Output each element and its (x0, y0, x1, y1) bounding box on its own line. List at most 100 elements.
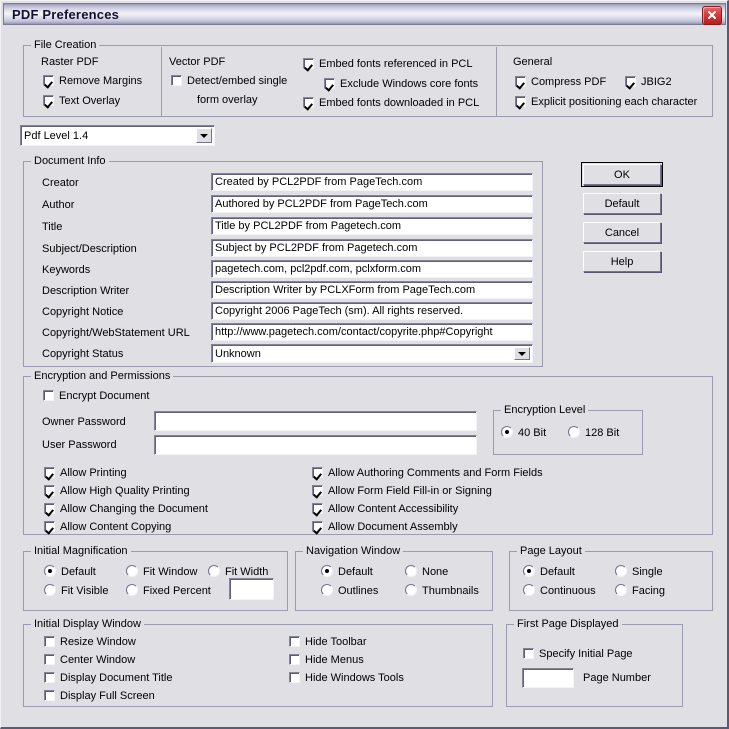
checkbox-box (523, 648, 534, 659)
radio-40-bit[interactable]: 40 Bit (501, 426, 546, 439)
checkbox-specify-initial-page[interactable]: Specify Initial Page (523, 648, 633, 660)
checkbox-label: Resize Window (60, 636, 136, 648)
radio-label: Thumbnails (422, 585, 479, 597)
radio-navigation-none[interactable]: None (405, 565, 448, 578)
checkbox-box (289, 636, 300, 647)
checkbox-box (312, 467, 323, 478)
checkbox-label: Embed fonts downloaded in PCL (319, 97, 480, 109)
checkbox-allow-document-assembly[interactable]: Allow Document Assembly (312, 521, 458, 533)
initial-magnification-legend: Initial Magnification (31, 545, 131, 557)
radio-magnification-default[interactable]: Default (44, 565, 96, 578)
raster-pdf-label: Raster PDF (41, 56, 99, 68)
checkbox-embed-fonts-downloaded-in-pcl[interactable]: Embed fonts downloaded in PCL (303, 97, 479, 109)
checkbox-label: Specify Initial Page (539, 648, 633, 660)
checkbox-resize-window[interactable]: Resize Window (44, 636, 136, 648)
input-value: Authored by PCL2PDF from PageTech.com (215, 197, 428, 210)
default-button[interactable]: Default (583, 193, 661, 214)
checkbox-display-document-title[interactable]: Display Document Title (44, 672, 173, 684)
radio-dot (126, 584, 138, 596)
radio-dot (501, 426, 513, 438)
checkbox-compress-pdf[interactable]: Compress PDF (515, 76, 606, 88)
checkbox-label: Text Overlay (59, 95, 121, 107)
radio-label: 128 Bit (585, 427, 620, 439)
help-button[interactable]: Help (583, 251, 661, 272)
checkbox-exclude-windows-core-fonts[interactable]: Exclude Windows core fonts (324, 78, 478, 90)
checkbox-allow-changing-the-document[interactable]: Allow Changing the Document (44, 503, 208, 515)
navigation-window-group: Navigation Window (295, 545, 493, 611)
input-title[interactable]: Title by PCL2PDF from Pagetech.com (211, 217, 533, 235)
chevron-down-icon[interactable] (196, 128, 212, 143)
ok-button[interactable]: OK (581, 162, 663, 187)
checkbox-label: Remove Margins (59, 75, 143, 87)
checkbox-label: Allow Content Accessibility (328, 503, 459, 515)
checkbox-display-full-screen[interactable]: Display Full Screen (44, 690, 155, 702)
checkbox-label: Allow Content Copying (60, 521, 172, 533)
checkbox-encrypt-document[interactable]: Encrypt Document (43, 390, 149, 402)
input-fixed-percent[interactable] (229, 578, 274, 600)
input-copyright-notice[interactable]: Copyright 2006 PageTech (sm). All rights… (211, 302, 533, 320)
input-value: Description Writer by PCLXForm from Page… (215, 283, 476, 296)
checkbox-allow-high-quality-printing[interactable]: Allow High Quality Printing (44, 485, 190, 497)
radio-layout-continuous[interactable]: Continuous (523, 584, 596, 597)
input-creator[interactable]: Created by PCL2PDF from PageTech.com (211, 173, 533, 191)
checkbox-remove-margins[interactable]: Remove Margins (43, 75, 142, 87)
radio-label: Default (540, 566, 575, 578)
radio-navigation-outlines[interactable]: Outlines (321, 584, 378, 597)
radio-navigation-default[interactable]: Default (321, 565, 373, 578)
checkbox-text-overlay[interactable]: Text Overlay (43, 95, 120, 107)
checkbox-allow-content-copying[interactable]: Allow Content Copying (44, 521, 171, 533)
checkbox-allow-authoring-comments-and-form-fields[interactable]: Allow Authoring Comments and Form Fields (312, 467, 543, 479)
radio-128-bit[interactable]: 128 Bit (568, 426, 619, 439)
radio-magnification-fit-visible[interactable]: Fit Visible (44, 584, 108, 597)
radio-layout-default[interactable]: Default (523, 565, 575, 578)
checkbox-label: Allow Changing the Document (60, 503, 208, 515)
checkbox-embed-fonts-referenced-in-pcl[interactable]: Embed fonts referenced in PCL (303, 58, 472, 70)
checkbox-allow-printing[interactable]: Allow Printing (44, 467, 127, 479)
checkbox-label: Display Document Title (60, 672, 173, 684)
radio-magnification-fit-window[interactable]: Fit Window (126, 565, 197, 578)
checkbox-allow-form-field-fill-in-or-signing[interactable]: Allow Form Field Fill-in or Signing (312, 485, 492, 497)
checkbox-center-window[interactable]: Center Window (44, 654, 135, 666)
title-bar[interactable]: PDF Preferences (3, 3, 726, 25)
close-icon[interactable] (702, 6, 722, 25)
input-description-writer[interactable]: Description Writer by PCLXForm from Page… (211, 281, 533, 299)
input-keywords[interactable]: pagetech.com, pcl2pdf.com, pclxform.com (211, 260, 533, 278)
input-value: Title by PCL2PDF from Pagetech.com (215, 219, 402, 232)
input-author[interactable]: Authored by PCL2PDF from PageTech.com (211, 195, 533, 213)
copyright-status-value: Unknown (215, 347, 261, 360)
cancel-button-label: Cancel (604, 226, 640, 239)
checkbox-box (312, 485, 323, 496)
radio-dot (405, 584, 417, 596)
chevron-down-icon[interactable] (514, 347, 530, 360)
checkbox-allow-content-accessibility[interactable]: Allow Content Accessibility (312, 503, 458, 515)
checkbox-label: Allow Printing (60, 467, 127, 479)
copyright-status-combobox[interactable]: Unknown (211, 344, 533, 363)
label-copyright-webstatement-url: Copyright/WebStatement URL (42, 327, 190, 339)
input-subject-description[interactable]: Subject by PCL2PDF from Pagetech.com (211, 239, 533, 257)
checkbox-box (44, 467, 55, 478)
radio-magnification-fit-width[interactable]: Fit Width (208, 565, 268, 578)
pdf-level-combobox[interactable]: Pdf Level 1.4 (20, 125, 215, 146)
input-copyright-webstatement-url[interactable]: http://www.pagetech.com/contact/copyrite… (211, 323, 533, 341)
radio-navigation-thumbnails[interactable]: Thumbnails (405, 584, 479, 597)
checkbox-hide-menus[interactable]: Hide Menus (289, 654, 364, 666)
radio-magnification-fixed-percent[interactable]: Fixed Percent (126, 584, 211, 597)
checkbox-detect-embed-single-form-overlay[interactable]: Detect/embed single (171, 75, 287, 87)
input-page-number[interactable] (522, 668, 574, 688)
checkbox-hide-toolbar[interactable]: Hide Toolbar (289, 636, 367, 648)
ok-button-label: OK (614, 168, 630, 181)
checkbox-box (44, 672, 55, 683)
checkbox-box (324, 78, 335, 89)
checkbox-label: Compress PDF (531, 76, 607, 88)
checkbox-hide-windows-tools[interactable]: Hide Windows Tools (289, 672, 404, 684)
cancel-button[interactable]: Cancel (583, 222, 661, 243)
checkbox-box (289, 672, 300, 683)
radio-layout-single[interactable]: Single (615, 565, 663, 578)
radio-layout-facing[interactable]: Facing (615, 584, 665, 597)
input-user-password[interactable] (154, 435, 477, 455)
radio-dot (568, 426, 580, 438)
checkbox-explicit-positioning-each-character[interactable]: Explicit positioning each character (515, 96, 697, 108)
checkbox-jbig2[interactable]: JBIG2 (625, 76, 672, 88)
label-owner-password: Owner Password (42, 416, 126, 428)
input-owner-password[interactable] (154, 411, 477, 431)
